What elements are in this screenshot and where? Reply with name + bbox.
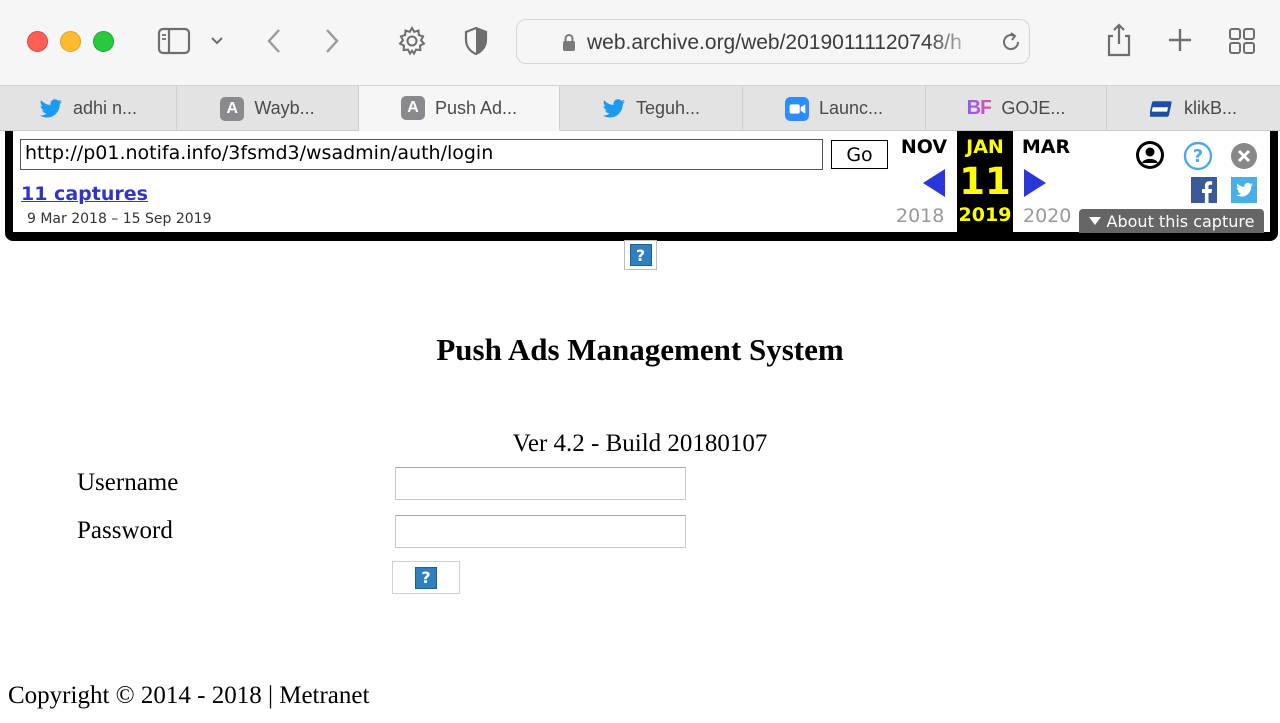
forward-chevron-icon[interactable] [320, 26, 344, 56]
user-account-icon[interactable] [1135, 140, 1165, 170]
current-day: 11 [959, 160, 1011, 203]
capture-date-range: 9 Mar 2018 – 15 Sep 2019 [27, 211, 212, 227]
tab-launch[interactable]: Launc... [743, 86, 926, 131]
zoom-window-button[interactable] [93, 31, 114, 52]
tab-label: Teguh... [635, 98, 701, 118]
close-window-button[interactable] [27, 31, 48, 52]
triangle-down-icon [1088, 217, 1101, 225]
broken-image-icon: ? [412, 564, 440, 591]
browser-toolbar: web.archive.org/web/20190111120748/h [0, 0, 1280, 85]
tab-klikbca[interactable]: klikB... [1107, 86, 1280, 131]
tab-teguh[interactable]: Teguh... [560, 86, 743, 131]
captures-link[interactable]: 11 captures [21, 183, 148, 205]
address-url: web.archive.org/web/20190111120748/h [587, 31, 962, 54]
tab-strip: adhi n... A Wayb... A Push Ad... Teguh..… [0, 85, 1280, 131]
prev-month-label[interactable]: NOV [900, 136, 948, 158]
twitter-icon [602, 97, 626, 121]
prev-capture-arrow-icon[interactable] [923, 169, 945, 197]
share-icon[interactable] [1104, 22, 1134, 58]
prev-year-label[interactable]: 2018 [896, 205, 944, 227]
close-banner-icon[interactable] [1229, 141, 1259, 171]
twitter-icon [39, 97, 63, 121]
address-bar[interactable]: web.archive.org/web/20190111120748/h [516, 19, 1030, 64]
help-question-icon[interactable]: ? [1183, 141, 1213, 171]
about-capture-label: About this capture [1106, 211, 1255, 231]
tab-label: Launc... [818, 98, 884, 118]
next-month-label[interactable]: MAR [1021, 136, 1071, 158]
password-label: Password [77, 517, 173, 544]
tab-wayback[interactable]: A Wayb... [177, 86, 359, 131]
tab-overview-icon[interactable] [1227, 26, 1257, 56]
shield-icon[interactable] [462, 26, 490, 56]
next-year-label[interactable]: 2020 [1023, 205, 1071, 227]
back-chevron-icon[interactable] [262, 26, 286, 56]
twitter-share-icon[interactable] [1231, 177, 1257, 203]
bf-icon: BF [966, 97, 993, 119]
new-tab-plus-icon[interactable] [1166, 26, 1194, 54]
tab-label: GOJE... [1001, 98, 1066, 118]
tab-label: adhi n... [72, 98, 138, 118]
letter-a-icon: A [400, 96, 425, 120]
zoom-icon [784, 96, 809, 121]
copyright-footer: Copyright © 2014 - 2018 | Metranet [8, 682, 370, 709]
page-title: Push Ads Management System [436, 332, 844, 367]
sidebar-icon[interactable] [156, 26, 192, 56]
reload-icon[interactable] [999, 30, 1023, 54]
username-input[interactable] [395, 467, 686, 500]
tab-goje[interactable]: BF GOJE... [926, 86, 1107, 131]
username-label: Username [77, 469, 179, 496]
current-month: JAN [966, 136, 1004, 158]
facebook-icon[interactable] [1191, 177, 1217, 203]
wayback-banner: http://p01.notifa.info/3fsmd3/wsadmin/au… [5, 131, 1278, 241]
login-submit-image-button[interactable]: ? [392, 561, 460, 594]
gear-icon[interactable] [396, 25, 428, 57]
wayback-go-button[interactable]: Go [831, 140, 888, 169]
next-capture-arrow-icon[interactable] [1024, 169, 1046, 197]
svg-text:?: ? [1193, 146, 1203, 167]
tab-label: Push Ad... [434, 97, 518, 118]
klikbca-icon [1149, 97, 1174, 121]
tab-adhi[interactable]: adhi n... [0, 86, 177, 131]
wayback-panel: http://p01.notifa.info/3fsmd3/wsadmin/au… [13, 131, 1270, 233]
password-input[interactable] [395, 515, 686, 548]
tab-push-ads[interactable]: A Push Ad... [359, 86, 560, 131]
minimize-window-button[interactable] [60, 31, 81, 52]
tab-label: klikB... [1183, 98, 1237, 118]
broken-image-icon: ? [624, 240, 657, 270]
current-capture-date: JAN 11 2019 [957, 131, 1013, 232]
tab-label: Wayb... [254, 98, 315, 118]
wayback-url-input[interactable]: http://p01.notifa.info/3fsmd3/wsadmin/au… [20, 139, 823, 170]
version-text: Ver 4.2 - Build 20180107 [512, 430, 768, 457]
about-capture-button[interactable]: About this capture [1079, 209, 1264, 233]
lock-icon [561, 32, 577, 52]
chevron-down-icon[interactable] [208, 33, 226, 49]
current-year: 2019 [958, 204, 1012, 226]
letter-a-icon: A [220, 96, 245, 121]
